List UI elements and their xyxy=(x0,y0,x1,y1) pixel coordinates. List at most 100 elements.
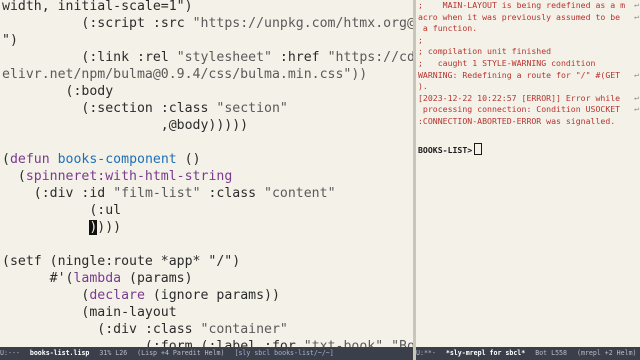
code-token: width, initial-scale=1") xyxy=(2,0,193,14)
repl-modeline: U:**- *sly-mrepl for sbcl* Bot L558 (mre… xyxy=(416,347,640,360)
code-line[interactable]: (:div :id "film-list" :class "content" xyxy=(2,185,336,202)
code-token: ( xyxy=(2,322,106,337)
code-token: "container" xyxy=(192,322,288,337)
repl-line: ; compilation unit finished xyxy=(418,46,552,57)
code-token: ( xyxy=(2,169,26,184)
editor-position: 31% L26 xyxy=(99,349,128,357)
code-token: :id xyxy=(81,186,106,201)
code-token: declare xyxy=(89,288,145,303)
repl-modeline-flags: U:**- xyxy=(416,349,436,357)
code-token: ( xyxy=(2,339,153,347)
code-token: :ul xyxy=(97,203,122,218)
code-token: ( xyxy=(2,186,42,201)
code-token: "stylesheet" xyxy=(168,50,280,65)
editor-modeline-flags: U:--- xyxy=(0,349,20,357)
code-token: "section" xyxy=(208,101,288,116)
code-line[interactable]: (:link :rel "stylesheet" :href "https://… xyxy=(2,49,413,66)
code-token: ( xyxy=(2,288,90,303)
code-token: spinneret:with-html-string xyxy=(25,169,233,184)
repl-line: processing connection: Condition USOCKET xyxy=(418,104,621,115)
code-line[interactable]: (:body xyxy=(2,83,114,100)
code-token: books-component xyxy=(57,152,177,167)
fringe-wrap-icon: ↵ xyxy=(634,104,639,114)
repl-position: Bot L558 xyxy=(535,349,567,357)
code-token: ( xyxy=(2,50,90,65)
editor-modeline: U:--- books-list.lisp 31% L26 (Lisp +4 P… xyxy=(0,347,413,360)
code-line[interactable]: (defun books-component () xyxy=(2,151,201,168)
code-line[interactable]: (spinneret:with-html-string xyxy=(2,168,232,185)
code-token: () xyxy=(176,152,201,167)
code-token: #'( xyxy=(2,271,74,286)
repl-cursor xyxy=(474,143,483,156)
code-line[interactable]: ,@body))))) xyxy=(2,117,248,134)
code-token: :for xyxy=(264,339,296,347)
code-token: ( xyxy=(192,339,209,347)
code-token: (setf (ningle:route *app* "/") xyxy=(2,254,241,269)
code-token: "https://cdn.jsd xyxy=(327,50,413,65)
code-token: :src xyxy=(152,16,185,31)
code-token: :rel xyxy=(137,50,169,65)
repl-output[interactable]: ↵ ↵ ↵ ↵ ↵ ; MAIN-LAYOUT is being redefin… xyxy=(416,0,640,347)
code-token: (main-layout xyxy=(2,305,177,320)
code-line[interactable]: (:script :src "https://unpkg.com/htmx.or… xyxy=(2,15,413,32)
editor-sly-status: [sly sbcl books-list/~/~] xyxy=(234,349,334,357)
code-line[interactable]: (:form (:label :for "txt-book" "Book xyxy=(2,338,413,347)
code-line[interactable]: (main-layout xyxy=(2,304,177,321)
repl-modes[interactable]: (mrepl +2 Helm) xyxy=(577,349,637,357)
code-line[interactable]: (declare (ignore params)) xyxy=(2,287,280,304)
repl-prompt[interactable]: BOOKS-LIST> xyxy=(418,143,483,157)
repl-line: acro when it was previously assumed to b… xyxy=(418,11,621,22)
code-token: :body xyxy=(73,84,114,99)
repl-line: ; caught 1 STYLE-WARNING condition xyxy=(418,58,596,68)
repl-buffer-name[interactable]: *sly-mrepl for sbcl* xyxy=(446,349,525,357)
code-line[interactable]: ") xyxy=(2,32,18,49)
fringe-wrap-icon: ↵ xyxy=(634,0,639,9)
code-token: "film-list" xyxy=(105,186,209,201)
code-line[interactable]: elivr.net/npm/bulma@0.9.4/css/bulma.min.… xyxy=(2,66,367,83)
code-token: ,@body))))) xyxy=(2,118,249,133)
code-line[interactable]: width, initial-scale=1") xyxy=(2,0,193,15)
code-token: ( xyxy=(2,101,90,116)
editor-buffer-name[interactable]: books-list.lisp xyxy=(30,349,90,357)
code-token: ") xyxy=(2,33,18,48)
repl-line: :CONNECTION-ABORTED-ERROR was signalled. xyxy=(418,116,616,126)
code-token: "content" xyxy=(256,186,336,201)
code-token: :section xyxy=(89,101,153,116)
code-token: :script xyxy=(89,16,145,31)
code-token: (ignore params)) xyxy=(144,288,280,303)
code-token: ))) xyxy=(97,220,122,235)
fringe-wrap-icon: ↵ xyxy=(634,92,639,102)
code-token: ( xyxy=(2,84,74,99)
fringe-wrap-icon: ↵ xyxy=(634,69,639,79)
repl-line: ; xyxy=(418,34,423,45)
code-line[interactable]: )))) xyxy=(2,219,121,236)
editor-window[interactable]: width, initial-scale=1") (:script :src "… xyxy=(0,0,413,360)
code-editor[interactable]: width, initial-scale=1") (:script :src "… xyxy=(0,0,413,347)
code-token: :class xyxy=(160,101,209,116)
code-line[interactable]: (:ul xyxy=(2,202,121,219)
repl-window[interactable]: ↵ ↵ ↵ ↵ ↵ ; MAIN-LAYOUT is being redefin… xyxy=(416,0,640,360)
editor-modes[interactable]: (Lisp +4 Paredit Helm) xyxy=(137,349,224,357)
code-token: :link xyxy=(89,50,130,65)
code-token: lambda xyxy=(73,271,122,286)
repl-line: ; MAIN-LAYOUT is being redefined as a m xyxy=(418,0,626,10)
code-line[interactable]: #'(lambda (params) xyxy=(2,270,193,287)
fringe-wrap-icon: ↵ xyxy=(634,11,639,21)
repl-line: ). xyxy=(418,81,428,92)
code-line[interactable]: (:div :class "container" xyxy=(2,321,288,338)
code-token: ( xyxy=(2,203,98,218)
repl-line: a function. xyxy=(418,23,478,34)
code-token: :label xyxy=(208,339,257,347)
code-token: :div xyxy=(41,186,74,201)
code-token: ( xyxy=(2,152,10,167)
code-token: :href xyxy=(279,50,320,65)
code-line[interactable]: (setf (ningle:route *app* "/") xyxy=(2,253,240,270)
code-line[interactable]: (:section :class "section" xyxy=(2,100,288,117)
code-token: "txt-book" "Book xyxy=(303,339,413,347)
code-token: :class xyxy=(208,186,257,201)
